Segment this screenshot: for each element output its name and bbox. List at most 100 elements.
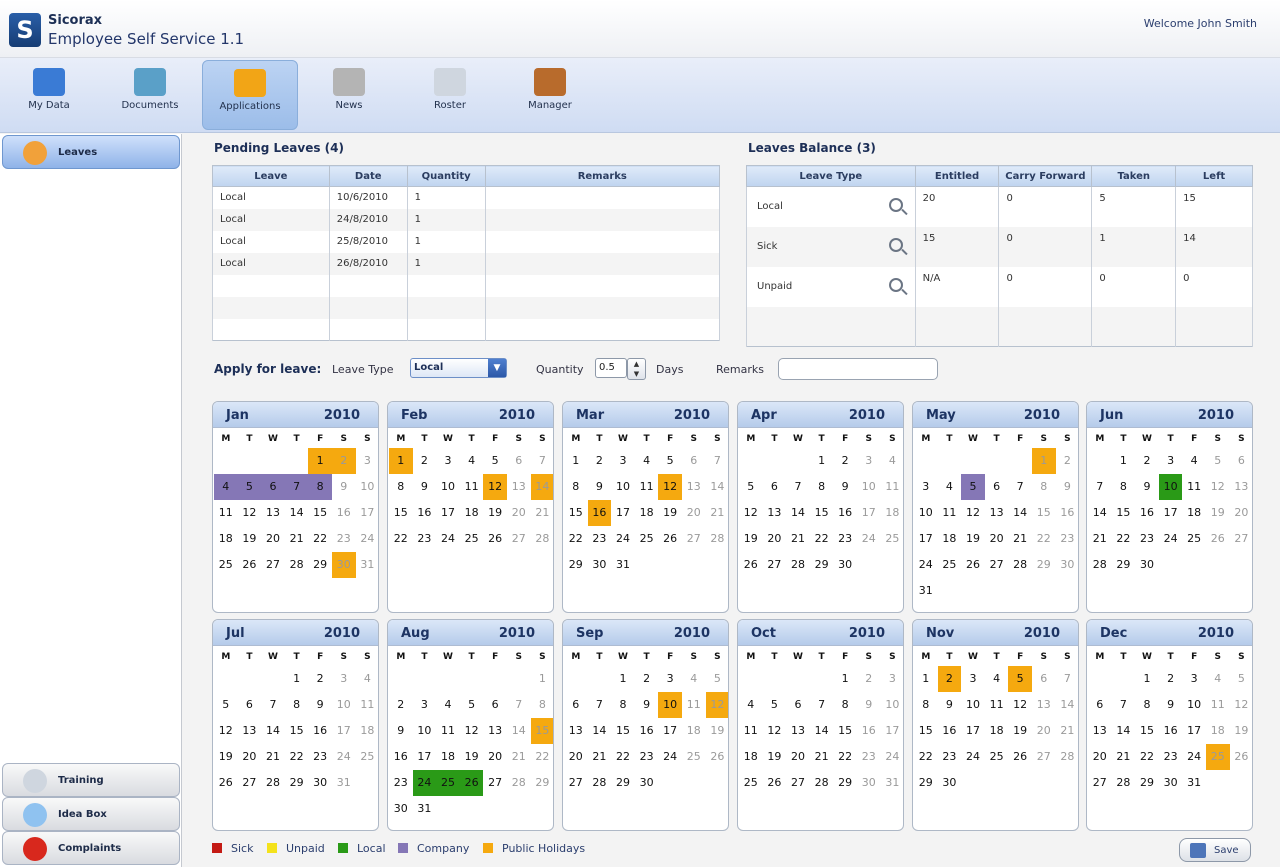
calendar-day[interactable]: 15 <box>611 718 635 744</box>
sidebar-item-complaints[interactable]: Complaints <box>2 831 180 865</box>
calendar-day[interactable]: 8 <box>810 474 834 500</box>
calendar-day[interactable]: 7 <box>786 474 810 500</box>
calendar-day[interactable]: 4 <box>214 474 238 500</box>
calendar-day[interactable]: 12 <box>460 718 484 744</box>
column-header[interactable]: Date <box>328 165 408 187</box>
nav-manager[interactable]: Manager <box>502 60 598 130</box>
column-header[interactable]: Entitled <box>914 165 1000 187</box>
calendar-day[interactable]: 7 <box>284 474 309 500</box>
calendar-day[interactable]: 10 <box>914 500 938 526</box>
calendar-day[interactable]: 12 <box>705 692 728 718</box>
calendar-day[interactable]: 20 <box>564 744 588 770</box>
calendar-day[interactable]: 12 <box>763 718 787 744</box>
calendar-day[interactable]: 23 <box>413 526 437 552</box>
calendar-day[interactable]: 29 <box>914 770 938 796</box>
calendar-day[interactable]: 16 <box>587 500 612 526</box>
calendar-day[interactable]: 21 <box>810 744 834 770</box>
calendar-day[interactable]: 14 <box>706 474 728 500</box>
calendar-day[interactable]: 20 <box>985 526 1009 552</box>
calendar-day[interactable]: 17 <box>611 500 635 526</box>
calendar-day[interactable]: 20 <box>1088 744 1112 770</box>
calendar-day[interactable]: 16 <box>635 718 659 744</box>
calendar-day[interactable]: 25 <box>635 526 659 552</box>
calendar-day[interactable]: 6 <box>1088 692 1112 718</box>
calendar-day[interactable]: 31 <box>881 770 903 796</box>
calendar-day[interactable]: 1 <box>308 448 332 474</box>
calendar-day[interactable]: 5 <box>739 474 763 500</box>
calendar-day[interactable]: 5 <box>483 448 507 474</box>
calendar-day[interactable]: 30 <box>833 552 857 578</box>
calendar-day[interactable]: 14 <box>285 500 309 526</box>
calendar-day[interactable]: 9 <box>1135 474 1159 500</box>
calendar-day[interactable]: 28 <box>531 526 553 552</box>
calendar-day[interactable]: 30 <box>1135 552 1159 578</box>
calendar-day[interactable]: 7 <box>1088 474 1112 500</box>
calendar-day[interactable]: 8 <box>564 474 588 500</box>
calendar-day[interactable]: 16 <box>389 744 413 770</box>
calendar-day[interactable]: 22 <box>389 526 413 552</box>
calendar-day[interactable]: 18 <box>739 744 763 770</box>
calendar-day[interactable]: 17 <box>658 718 682 744</box>
calendar-day[interactable]: 12 <box>1008 692 1032 718</box>
calendar-day[interactable]: 25 <box>739 770 763 796</box>
calendar-day[interactable]: 5 <box>460 692 484 718</box>
leave-type-select[interactable]: Local ▼ <box>410 358 507 378</box>
calendar-day[interactable]: 27 <box>985 552 1009 578</box>
calendar-day[interactable]: 8 <box>308 474 332 500</box>
calendar-day[interactable]: 5 <box>658 448 682 474</box>
calendar-day[interactable]: 13 <box>1230 474 1252 500</box>
calendar-day[interactable]: 10 <box>356 474 378 500</box>
calendar-day[interactable]: 24 <box>857 526 881 552</box>
calendar-day[interactable]: 26 <box>658 526 682 552</box>
calendar-day[interactable]: 7 <box>1056 666 1078 692</box>
calendar-day[interactable]: 26 <box>238 552 262 578</box>
calendar-day[interactable]: 19 <box>214 744 238 770</box>
calendar-day[interactable]: 23 <box>1056 526 1078 552</box>
calendar-day[interactable]: 22 <box>1135 744 1159 770</box>
calendar-day[interactable]: 24 <box>1159 526 1183 552</box>
sidebar-item-training[interactable]: Training <box>2 763 180 797</box>
table-row[interactable]: Local 24/8/2010 1 <box>212 208 721 231</box>
calendar-day[interactable]: 9 <box>938 692 962 718</box>
calendar-day[interactable]: 15 <box>810 500 834 526</box>
calendar-day[interactable]: 29 <box>1135 770 1159 796</box>
calendar-day[interactable]: 13 <box>682 474 706 500</box>
calendar-day[interactable]: 11 <box>985 692 1009 718</box>
calendar-day[interactable]: 9 <box>857 692 881 718</box>
calendar-day[interactable]: 21 <box>588 744 612 770</box>
calendar-day[interactable]: 4 <box>356 666 378 692</box>
calendar-day[interactable]: 23 <box>332 526 356 552</box>
calendar-day[interactable]: 14 <box>530 474 553 500</box>
calendar-day[interactable]: 20 <box>786 744 810 770</box>
calendar-day[interactable]: 31 <box>413 796 437 822</box>
calendar-day[interactable]: 12 <box>961 500 985 526</box>
calendar-day[interactable]: 23 <box>588 526 612 552</box>
calendar-day[interactable]: 26 <box>706 744 728 770</box>
calendar-day[interactable]: 30 <box>938 770 962 796</box>
calendar-day[interactable]: 27 <box>1032 744 1056 770</box>
calendar-day[interactable]: 29 <box>611 770 635 796</box>
calendar-day[interactable]: 14 <box>588 718 612 744</box>
calendar-day[interactable]: 19 <box>483 500 507 526</box>
magnifier-icon[interactable] <box>888 237 903 252</box>
calendar-day[interactable]: 22 <box>611 744 635 770</box>
calendar-day[interactable]: 7 <box>507 692 531 718</box>
calendar-day[interactable]: 21 <box>531 500 553 526</box>
calendar-day[interactable]: 16 <box>308 718 332 744</box>
calendar-day[interactable]: 26 <box>739 552 763 578</box>
calendar-day[interactable]: 28 <box>1008 552 1032 578</box>
calendar-day[interactable]: 13 <box>786 718 810 744</box>
calendar-day[interactable]: 18 <box>1182 500 1206 526</box>
table-row[interactable]: Sick 15 0 1 14 <box>746 226 1253 267</box>
calendar-day[interactable]: 1 <box>914 666 938 692</box>
calendar-day[interactable]: 21 <box>786 526 810 552</box>
calendar-day[interactable]: 27 <box>1088 770 1112 796</box>
table-row[interactable]: Local 10/6/2010 1 <box>212 186 721 209</box>
calendar-day[interactable]: 30 <box>308 770 332 796</box>
calendar-day[interactable]: 13 <box>985 500 1009 526</box>
calendar-day[interactable]: 26 <box>483 526 507 552</box>
calendar-day[interactable]: 15 <box>833 718 857 744</box>
calendar-day[interactable]: 4 <box>682 666 706 692</box>
calendar-day[interactable]: 11 <box>739 718 763 744</box>
calendar-day[interactable]: 25 <box>682 744 706 770</box>
